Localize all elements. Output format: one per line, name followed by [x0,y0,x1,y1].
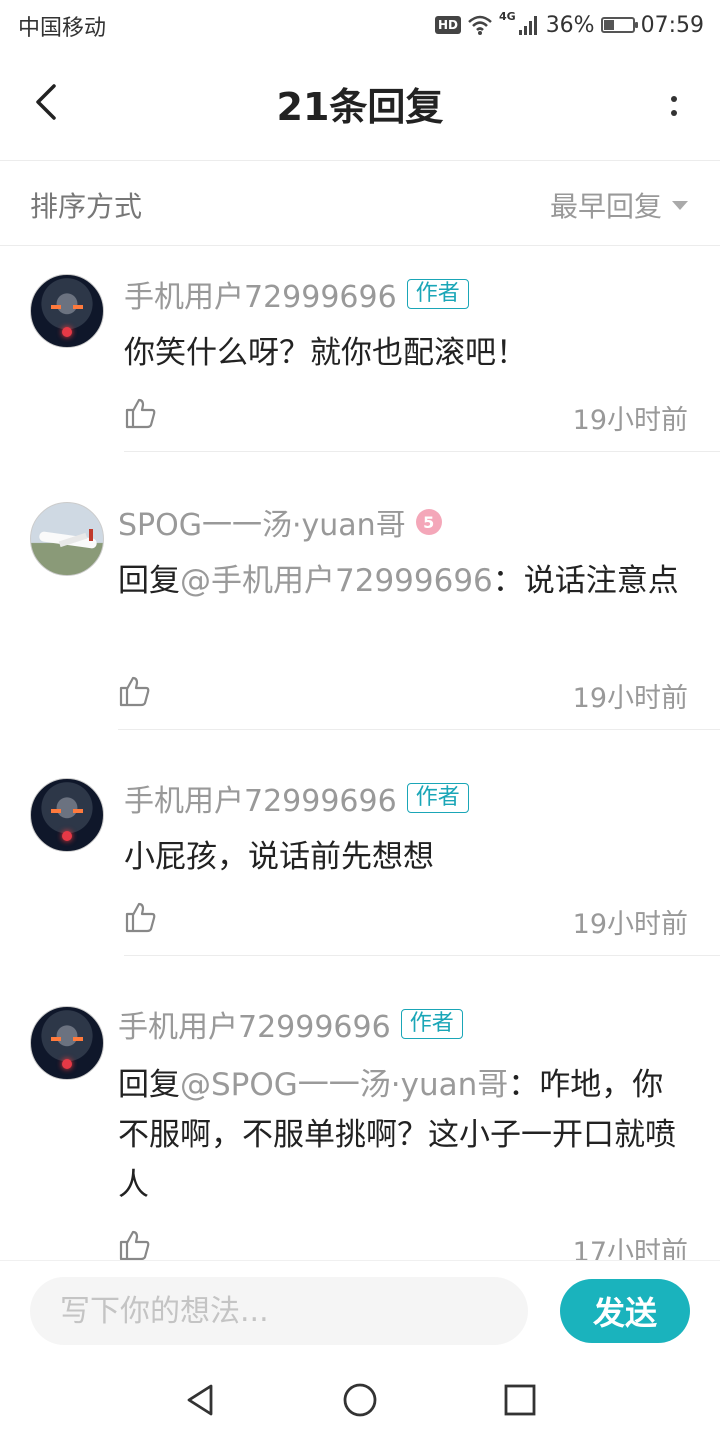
more-vertical-icon [671,96,677,102]
nav-back-icon [187,1384,213,1416]
timestamp: 17小时前 [572,1237,688,1260]
network-type: 4G [499,10,516,23]
comment-item: SPOG一一汤·yuan哥 5 回复@手机用户72999696：说话注意点 19… [0,452,720,730]
battery-icon [600,17,638,33]
comment-header: 手机用户72999696 作者 [124,272,469,316]
wifi-icon [468,15,492,35]
status-icons: HD 4G 36% 07:59 [434,8,704,42]
username[interactable]: 手机用户72999696 [118,1002,391,1046]
sort-label: 排序方式 [30,190,143,223]
comment-input[interactable] [30,1277,528,1345]
mention-link[interactable]: @SPOG一一汤·yuan哥 [180,1067,508,1103]
thumbs-up-icon[interactable] [118,1228,152,1260]
hd-icon: HD [434,16,461,34]
reply-prefix: 回复 [118,563,180,599]
avatar[interactable] [30,1006,104,1080]
comment-header: 手机用户72999696 作者 [118,1002,463,1046]
sort-dropdown[interactable]: 最早回复 [550,185,688,225]
status-bar: 中国移动 HD 4G 36% 07:59 [0,0,720,50]
sort-bar: 排序方式 最早回复 [0,161,720,246]
author-tag: 作者 [406,279,469,309]
title-bar: 21条回复 [0,52,720,161]
author-tag: 作者 [406,783,469,813]
comment-text[interactable]: 回复@手机用户72999696：说话注意点 [118,556,688,606]
page-title: 21条回复 [276,85,444,129]
nav-recents-icon [504,1384,536,1416]
level-badge: 5 [415,509,442,535]
username[interactable]: 手机用户72999696 [124,272,397,316]
comment-header: SPOG一一汤·yuan哥 5 [118,500,442,544]
more-vertical-icon [671,110,677,116]
author-tag: 作者 [400,1009,463,1039]
comment-body: ：说话注意点 [492,563,679,599]
clock: 07:59 [640,12,704,38]
chevron-down-icon [672,200,688,210]
system-nav-bar [0,1360,720,1440]
more-options-button[interactable] [664,86,684,126]
mention-link[interactable]: @手机用户72999696 [180,563,493,599]
carrier-name: 中国移动 [18,16,107,41]
comment-text[interactable]: 你笑什么呀？就你也配滚吧！ [124,328,694,378]
comment-body: 你笑什么呀？就你也配滚吧！ [124,335,527,371]
comment-text[interactable]: 小屁孩，说话前先想想 [124,832,694,882]
avatar[interactable] [30,274,104,348]
comment-item: 手机用户72999696 作者 小屁孩，说话前先想想 19小时前 [0,730,720,956]
comment-item: 手机用户72999696 作者 回复@SPOG一一汤·yuan哥：咋地，你不服啊… [0,956,720,1260]
battery-percent: 36% [545,12,595,38]
timestamp: 19小时前 [572,405,688,436]
comment-item: 手机用户72999696 作者 你笑什么呀？就你也配滚吧！ 19小时前 [0,246,720,452]
timestamp: 19小时前 [572,909,688,940]
thumbs-up-icon[interactable] [124,396,158,430]
comment-text[interactable]: 回复@SPOG一一汤·yuan哥：咋地，你不服啊，不服单挑啊？这小子一开口就喷人 [118,1060,688,1210]
nav-home-icon [343,1383,377,1417]
send-button[interactable]: 发送 [560,1279,690,1343]
avatar[interactable] [30,778,104,852]
reply-input-bar: 发送 [0,1260,720,1361]
reply-prefix: 回复 [118,1067,180,1103]
comment-list: 手机用户72999696 作者 你笑什么呀？就你也配滚吧！ 19小时前 SPOG… [0,246,720,1260]
comment-body: 小屁孩，说话前先想想 [124,839,434,875]
nav-home-button[interactable] [336,1376,384,1424]
battery-level [603,20,615,30]
username[interactable]: 手机用户72999696 [124,776,397,820]
timestamp: 19小时前 [572,683,688,714]
thumbs-up-icon[interactable] [124,900,158,934]
comment-header: 手机用户72999696 作者 [124,776,469,820]
avatar[interactable] [30,502,104,576]
nav-back-button[interactable] [176,1376,224,1424]
nav-recents-button[interactable] [496,1376,544,1424]
username[interactable]: SPOG一一汤·yuan哥 [118,500,406,544]
signal-icon [518,16,537,35]
thumbs-up-icon[interactable] [118,674,152,708]
sort-selected-value: 最早回复 [549,190,662,223]
